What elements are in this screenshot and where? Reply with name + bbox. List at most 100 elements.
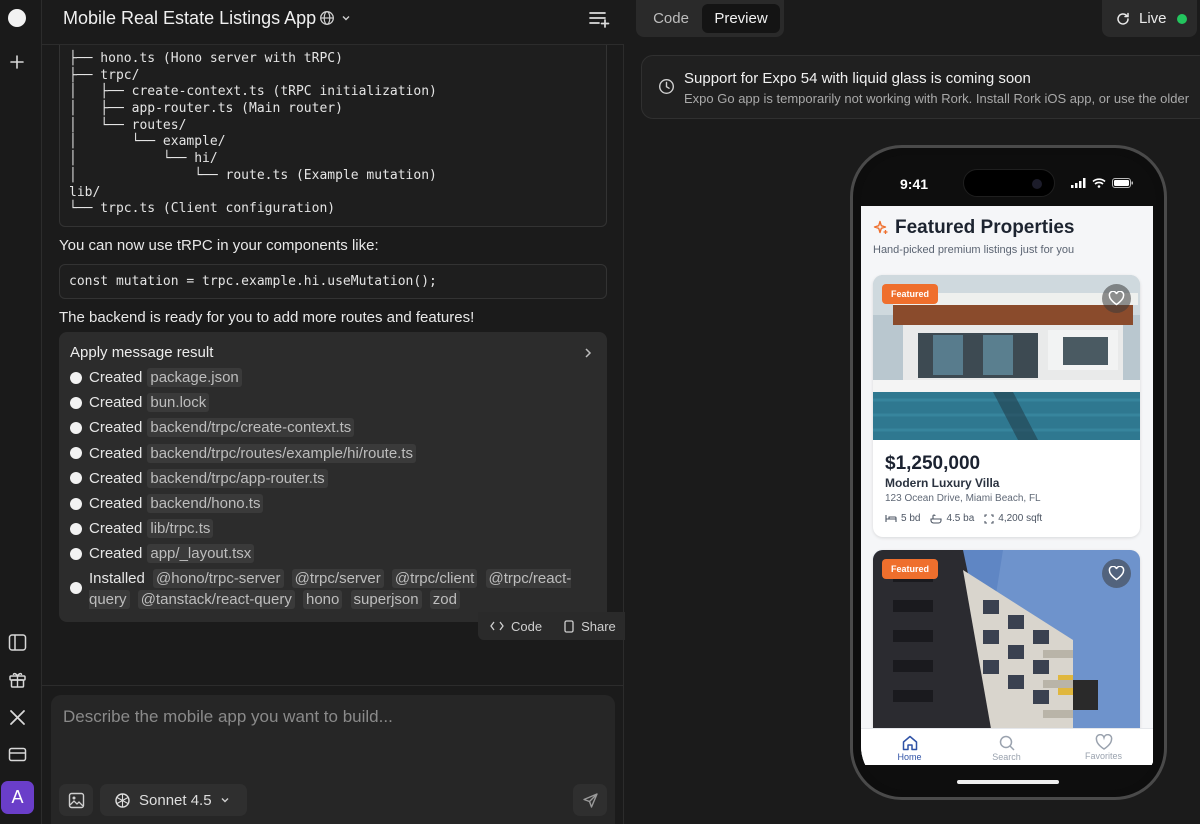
baths-value: 4.5 ba: [946, 513, 975, 524]
globe-icon: [320, 11, 334, 25]
listing-card[interactable]: Featured: [873, 550, 1140, 740]
home-indicator: [957, 780, 1059, 784]
listing-specs: 5 bd 4.5 ba 4,200 sqft: [885, 513, 1042, 524]
app-viewport: Featured Properties Hand-picked premium …: [861, 206, 1153, 765]
project-title: Mobile Real Estate Listings App: [63, 8, 317, 28]
file-path-tag[interactable]: lib/trpc.ts: [147, 519, 214, 539]
listing-name: Modern Luxury Villa: [885, 476, 1000, 490]
package-tag[interactable]: @hono/trpc-server: [153, 569, 284, 588]
view-code-label: Code: [511, 618, 543, 634]
tab-favorites[interactable]: Favorites: [1055, 729, 1152, 765]
beds-value: 5 bd: [901, 513, 921, 524]
apply-result-row: Created app/_layout.tsx: [70, 544, 255, 564]
model-icon: [115, 792, 130, 808]
phone-screen: 9:41 Featured Properties Hand-picked pre…: [861, 155, 1156, 790]
file-path-tag[interactable]: bun.lock: [147, 393, 210, 413]
clock-icon: [658, 78, 675, 100]
visibility-dropdown[interactable]: [319, 10, 351, 26]
apply-action-label: Created: [89, 419, 143, 437]
prompt-input[interactable]: [63, 707, 583, 727]
listing-price: $1,250,000: [885, 453, 981, 474]
status-dot-icon: [70, 447, 82, 460]
task-list-icon[interactable]: [588, 9, 610, 34]
attach-image-button[interactable]: [59, 784, 93, 816]
app-title: Featured Properties: [895, 217, 1075, 238]
file-tree-codeblock: ├── hono.ts (Hono server with tRPC) ├── t…: [59, 30, 607, 227]
tab-preview[interactable]: Preview: [702, 4, 780, 33]
bed-icon: [885, 515, 897, 522]
sparkle-icon: [873, 220, 888, 234]
file-path-tag[interactable]: backend/hono.ts: [147, 494, 264, 513]
tab-home-label: Home: [897, 752, 922, 762]
listing-card[interactable]: Featured $1,250,000 Modern Luxury Villa …: [873, 275, 1140, 537]
x-social-icon[interactable]: [4, 704, 30, 730]
home-icon: [902, 735, 917, 751]
favorite-heart-icon[interactable]: [1102, 284, 1131, 313]
file-path-tag[interactable]: backend/trpc/routes/example/hi/route.ts: [147, 443, 417, 463]
chevron-down-icon: [221, 798, 229, 803]
refresh-icon: [1117, 12, 1129, 25]
tab-search[interactable]: Search: [958, 729, 1055, 765]
logo-icon[interactable]: [8, 9, 26, 27]
left-rail: A: [0, 0, 42, 824]
model-selector[interactable]: Sonnet 4.5: [100, 784, 247, 816]
favorite-heart-icon[interactable]: [1102, 559, 1131, 588]
file-path-tag[interactable]: package.json: [147, 368, 242, 387]
tab-code[interactable]: Code: [640, 4, 702, 33]
installed-label: Installed: [89, 570, 145, 587]
dynamic-island: [963, 169, 1055, 197]
file-path-tag[interactable]: backend/trpc/app-router.ts: [147, 468, 328, 488]
gift-icon[interactable]: [4, 666, 30, 692]
new-project-plus-icon[interactable]: [4, 49, 30, 75]
package-tag[interactable]: zod: [429, 590, 460, 609]
status-dot-icon: [70, 497, 82, 510]
billing-card-icon[interactable]: [4, 741, 30, 767]
chat-panel: ├── hono.ts (Hono server with tRPC) ├── t…: [42, 0, 635, 824]
user-avatar[interactable]: A: [1, 781, 34, 814]
app-root: A ├── hono.ts (Hono server with tRPC) ├──…: [0, 0, 1200, 824]
status-time: 9:41: [900, 176, 929, 192]
file-tree-line: ├── hono.ts (Hono server with tRPC): [69, 51, 343, 66]
usage-code-block: const mutation = trpc.example.hi.useMuta…: [59, 264, 607, 299]
package-tag[interactable]: @tanstack/react-query: [137, 590, 295, 609]
file-path-tag[interactable]: app/_layout.tsx: [147, 544, 255, 564]
bath-icon: [930, 513, 943, 524]
divider: [42, 685, 624, 686]
signal-icon: [1071, 178, 1086, 188]
code-brackets-icon: [490, 621, 504, 631]
beds-spec: 5 bd: [885, 513, 920, 524]
chevron-down-icon: [342, 16, 350, 21]
package-tag[interactable]: hono: [303, 590, 343, 609]
send-button[interactable]: [573, 784, 607, 816]
package-tag[interactable]: superjson: [350, 590, 422, 609]
file-tree-lines: ├── hono.ts (Hono server with tRPC) ├── t…: [69, 51, 606, 218]
file-path-tag[interactable]: backend/trpc/create-context.ts: [147, 418, 355, 438]
view-code-button[interactable]: Code: [478, 619, 542, 634]
listing-photo: Featured: [873, 275, 1140, 440]
tab-home[interactable]: Home: [861, 729, 958, 765]
package-tag[interactable]: @trpc/server: [291, 569, 384, 588]
view-tabs: Code Preview: [636, 0, 784, 37]
sidebar-toggle-icon[interactable]: [4, 629, 30, 655]
status-dot-icon: [70, 547, 82, 560]
apply-action-label: Created: [89, 520, 143, 538]
live-status-dot: [1176, 13, 1187, 24]
apply-result-card[interactable]: Apply message result Created package.json…: [59, 332, 607, 622]
status-icons: [1071, 178, 1134, 188]
file-tree-line: │ ├── app-router.ts (Main router): [69, 101, 343, 117]
chevron-right-icon[interactable]: [583, 346, 593, 364]
apply-result-row: Created backend/hono.ts: [70, 494, 264, 513]
featured-badge: Featured: [882, 559, 939, 579]
apply-result-row: Created package.json: [70, 368, 242, 387]
prompt-composer: Sonnet 4.5: [51, 695, 615, 824]
share-button[interactable]: Share: [542, 619, 616, 634]
usage-intro-text: You can now use tRPC in your components …: [59, 237, 379, 254]
file-tree-line: │ └── example/: [69, 134, 226, 150]
apply-action-label: Created: [89, 545, 143, 563]
battery-icon: [1112, 178, 1133, 188]
live-button[interactable]: Live: [1102, 0, 1197, 37]
status-dot-icon: [70, 421, 82, 434]
send-icon: [582, 792, 598, 808]
package-tag[interactable]: @trpc/client: [391, 569, 478, 588]
phone-frame: 9:41 Featured Properties Hand-picked pre…: [850, 145, 1167, 800]
